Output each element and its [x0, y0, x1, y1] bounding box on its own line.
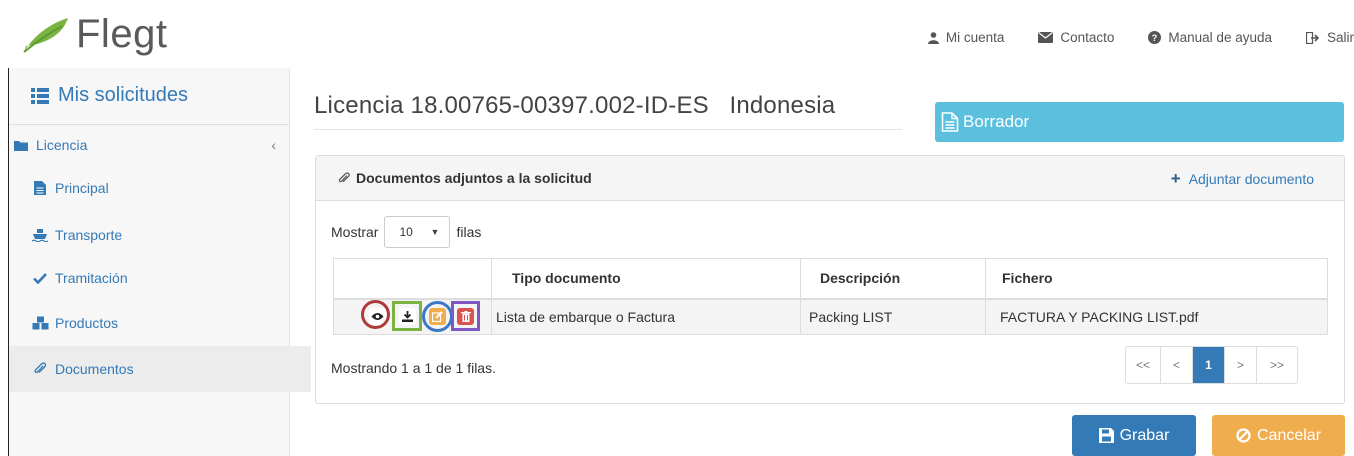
paperclip-icon	[338, 171, 350, 182]
row-actions	[333, 298, 492, 335]
page-first[interactable]: <<	[1126, 347, 1161, 383]
floppy-icon	[1098, 428, 1114, 443]
svg-text:?: ?	[1152, 33, 1158, 43]
page-next[interactable]: >	[1225, 347, 1257, 383]
column-header-fichero[interactable]: Fichero	[985, 258, 1328, 300]
user-icon	[927, 31, 939, 44]
nav-salir[interactable]: Salir	[1305, 30, 1354, 45]
list-icon	[31, 87, 49, 104]
sidebar-item-label: Transporte	[55, 227, 123, 243]
cancel-button[interactable]: Cancelar	[1212, 415, 1345, 456]
sidebar-item-documentos[interactable]: Documentos	[9, 346, 311, 392]
logo-text: Flegt	[76, 11, 168, 56]
page-current[interactable]: 1	[1193, 347, 1225, 383]
sidebar-item-label: Productos	[55, 315, 119, 331]
file-text-icon	[941, 112, 959, 132]
cancel-label: Cancelar	[1256, 426, 1322, 444]
panel-header: Documentos adjuntos a la solicitud + Adj…	[316, 156, 1344, 201]
logo[interactable]: Flegt	[22, 11, 168, 56]
highlight-circle-blue	[422, 301, 453, 333]
file-icon	[31, 181, 49, 195]
sidebar-item-principal[interactable]: Principal	[9, 166, 311, 210]
folder-icon	[12, 140, 30, 151]
cell-tipo: Lista de embarque o Factura	[491, 298, 801, 335]
add-document-label: Adjuntar documento	[1188, 171, 1314, 187]
ban-icon	[1236, 428, 1251, 443]
caret-down-icon: ▼	[430, 227, 440, 237]
edit-button[interactable]	[422, 301, 453, 333]
nav-contacto-label: Contacto	[1060, 30, 1115, 45]
cell-fichero: FACTURA Y PACKING LIST.pdf	[985, 298, 1328, 335]
highlight-circle-red	[361, 300, 390, 330]
highlight-box-purple	[451, 301, 480, 332]
view-button[interactable]	[361, 300, 390, 330]
paperclip-icon	[31, 362, 49, 376]
sign-out-icon	[1305, 31, 1320, 44]
actions-column-header	[333, 258, 492, 300]
envelope-icon	[1038, 32, 1054, 43]
nav-mi-cuenta[interactable]: Mi cuenta	[927, 30, 1005, 45]
plus-icon: +	[1170, 169, 1181, 188]
column-header-tipo[interactable]: Tipo documento	[491, 258, 801, 300]
ship-icon	[31, 228, 49, 242]
column-header-descripcion[interactable]: Descripción	[800, 258, 986, 300]
nav-manual-ayuda-label: Manual de ayuda	[1168, 30, 1272, 45]
check-icon	[31, 272, 49, 284]
delete-button[interactable]	[451, 301, 480, 332]
nav-salir-label: Salir	[1326, 30, 1354, 45]
page-title: Licencia 18.00765-00397.002-ID-ES Indone…	[314, 92, 836, 119]
top-nav: Mi cuenta Contacto ? Manual de ayuda Sal…	[894, 30, 1354, 45]
sidebar-title-label: Mis solicitudes	[58, 84, 189, 106]
page-prev[interactable]: <	[1161, 347, 1193, 383]
documents-table: Tipo documento Descripción Fichero Lista…	[333, 258, 1328, 335]
sidebar-item-tramitacion[interactable]: Tramitación	[9, 256, 311, 300]
panel-title-label: Documentos adjuntos a la solicitud	[356, 170, 592, 186]
download-button[interactable]	[392, 301, 422, 332]
save-button[interactable]: Grabar	[1072, 415, 1196, 456]
table-row: Lista de embarque o Factura Packing LIST…	[333, 298, 1328, 335]
status-badge: Borrador	[935, 102, 1344, 142]
panel-title: Documentos adjuntos a la solicitud	[338, 170, 592, 186]
page-size-control: Mostrar 10 ▼ filas	[331, 216, 481, 248]
attachments-panel: Documentos adjuntos a la solicitud + Adj…	[315, 155, 1345, 404]
nav-contacto[interactable]: Contacto	[1038, 30, 1114, 45]
sidebar-section-licencia[interactable]: Licencia ‹	[9, 123, 292, 167]
chevron-left-icon: ‹	[271, 137, 276, 153]
table-info: Mostrando 1 a 1 de 1 filas.	[331, 360, 496, 376]
leaf-icon	[23, 18, 68, 53]
show-suffix: filas	[456, 224, 482, 240]
sidebar-title[interactable]: Mis solicitudes	[31, 84, 188, 107]
cubes-icon	[31, 316, 49, 330]
page-size-select[interactable]: 10 ▼	[384, 216, 451, 248]
title-divider	[314, 129, 902, 130]
add-document-link[interactable]: + Adjuntar documento	[1170, 169, 1314, 188]
page-last[interactable]: >>	[1257, 347, 1297, 383]
top-bar: Flegt Mi cuenta Contacto ? Manual de ayu…	[0, 0, 1354, 68]
page-size-value: 10	[399, 225, 413, 239]
sidebar-item-label: Documentos	[55, 361, 134, 377]
save-label: Grabar	[1119, 426, 1170, 444]
sidebar-item-label: Tramitación	[55, 270, 128, 286]
sidebar-item-productos[interactable]: Productos	[9, 301, 311, 345]
sidebar-item-transporte[interactable]: Transporte	[9, 213, 311, 257]
question-circle-icon: ?	[1148, 31, 1162, 44]
show-prefix: Mostrar	[331, 224, 379, 240]
nav-mi-cuenta-label: Mi cuenta	[945, 30, 1005, 45]
sidebar-section-label: Licencia	[36, 137, 88, 153]
nav-manual-ayuda[interactable]: ? Manual de ayuda	[1148, 30, 1272, 45]
table-header-row: Tipo documento Descripción Fichero	[333, 258, 1328, 300]
pagination: << < 1 > >>	[1125, 346, 1298, 384]
highlight-box-green	[392, 301, 422, 332]
status-label: Borrador	[963, 112, 1030, 131]
sidebar-item-label: Principal	[55, 180, 109, 196]
cell-descripcion: Packing LIST	[800, 298, 986, 335]
